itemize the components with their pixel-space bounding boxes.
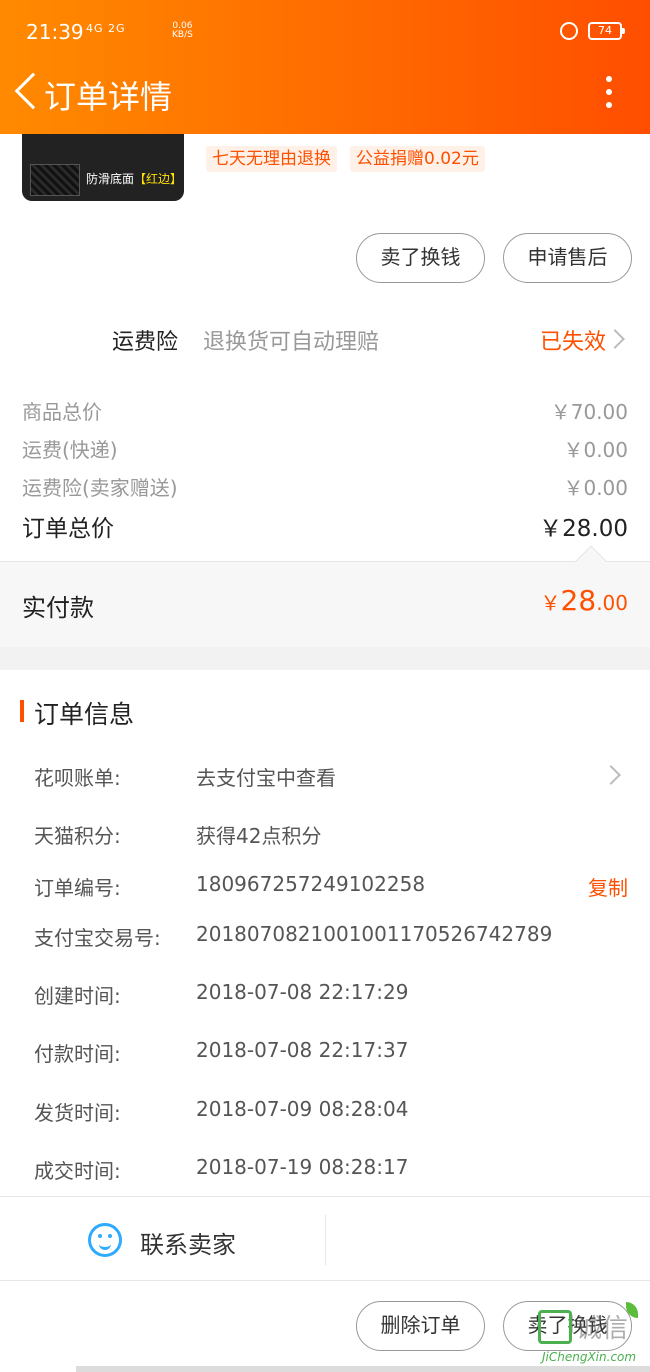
thumbnail-caption: 防滑底面【红边】 (86, 172, 183, 186)
network-speed: 0.06 KB/S (172, 22, 193, 40)
price-row-insurance: 运费险(卖家赠送) ￥0.00 (22, 476, 628, 500)
contact-bar: 联系卖家 (0, 1196, 650, 1280)
apply-after-sale-button[interactable]: 申请售后 (503, 233, 632, 283)
chevron-right-icon[interactable] (605, 329, 625, 349)
network-speed-unit: KB/S (172, 30, 193, 40)
more-menu-icon[interactable] (606, 76, 612, 108)
divider (325, 1215, 326, 1265)
delete-order-button[interactable]: 删除订单 (356, 1301, 485, 1351)
sell-for-cash-button[interactable]: 卖了换钱 (356, 233, 485, 283)
status-bar: 21:39 4G 2G 0.06 KB/S 74 (0, 0, 650, 66)
copy-button[interactable]: 复制 (588, 872, 628, 901)
tag-seven-day-return: 七天无理由退换 (206, 146, 337, 172)
watermark-text: 诚信 (576, 1314, 629, 1344)
shipping-insurance-label: 运费险 (112, 330, 179, 355)
price-row-goods: 商品总价 ￥70.00 (22, 400, 628, 424)
shipping-insurance-status[interactable]: 已失效 (540, 324, 606, 356)
battery-icon: 74 (588, 22, 625, 40)
page-title: 订单详情 (44, 78, 173, 116)
signal-indicator: 4G 2G (86, 22, 126, 35)
status-time: 21:39 (26, 20, 84, 44)
section-accent-bar (20, 700, 24, 722)
status-right: 74 (560, 22, 625, 40)
order-info-section: 订单信息 花呗账单: 去支付宝中查看 天猫积分: 获得42点积分 订单编号: 1809… (0, 670, 650, 1196)
paid-amount-section: 实付款 ￥28.00 (0, 545, 650, 647)
paid-amount: ￥28.00 (540, 584, 628, 617)
order-info-title: 订单信息 (34, 700, 135, 729)
shipping-insurance-desc: 退换货可自动理赔 (203, 330, 380, 355)
contact-seller-button[interactable]: 联系卖家 (140, 1225, 236, 1260)
tag-charity: 公益捐赠0.02元 (350, 146, 485, 172)
price-row-shipping: 运费(快递) ￥0.00 (22, 438, 628, 462)
product-card: 防滑底面【红边】 七天无理由退换 公益捐赠0.02元 卖了换钱 申请售后 运费险… (0, 134, 650, 434)
chevron-right-icon[interactable] (601, 765, 621, 785)
watermark-url: JiChengXin.com (542, 1350, 637, 1364)
app-header: 21:39 4G 2G 0.06 KB/S 74 订单详情 (0, 0, 650, 134)
mat-image (30, 164, 80, 196)
price-summary: 商品总价 ￥70.00 运费(快递) ￥0.00 运费险(卖家赠送) ￥0.00 订单… (0, 400, 650, 561)
chat-smile-icon[interactable] (88, 1223, 122, 1257)
rotation-lock-icon (560, 22, 578, 40)
watermark-box-icon (538, 1310, 572, 1344)
product-thumbnail[interactable]: 防滑底面【红边】 (22, 134, 184, 201)
price-row-total: 订单总价 ￥28.00 (22, 516, 628, 542)
watermark-logo: 诚信 JiChengXin.com (528, 1296, 646, 1370)
paid-label: 实付款 (22, 594, 94, 622)
